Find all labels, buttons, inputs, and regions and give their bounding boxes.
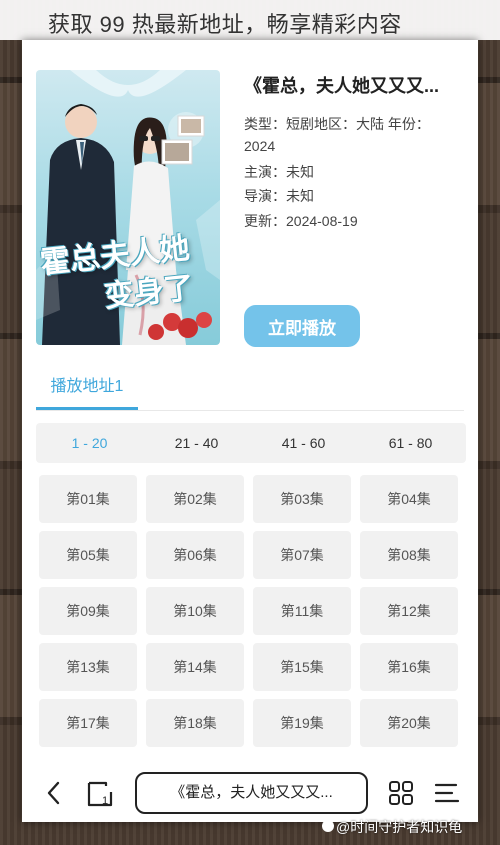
episode-button[interactable]: 第13集 [39,643,137,691]
episode-button[interactable]: 第19集 [253,699,351,747]
episode-range-bar: 1 - 20 21 - 40 41 - 60 61 - 80 [36,423,466,463]
promo-banner: 获取 99 热最新地址，畅享精彩内容 [0,0,500,40]
director-info: 导演：未知 [244,188,314,204]
episode-button[interactable]: 第17集 [39,699,137,747]
cast-info: 主演：未知 [244,164,314,180]
episode-button[interactable]: 第06集 [146,531,244,579]
address-bar[interactable]: 《霍总，夫人她又又又... [135,772,368,814]
episode-button[interactable]: 第15集 [253,643,351,691]
episode-button[interactable]: 第03集 [253,475,351,523]
updated-date: 更新：2024-08-19 [244,213,358,229]
banner-text: 获取 99 热最新地址，畅享精彩内容 [48,12,402,37]
watermark-text: @时间守护者知识龟 [336,819,463,835]
episode-button[interactable]: 第04集 [360,475,458,523]
range-tab-41-60[interactable]: 41 - 60 [250,423,357,463]
episode-button[interactable]: 第18集 [146,699,244,747]
episode-button[interactable]: 第02集 [146,475,244,523]
play-now-button[interactable]: 立即播放 [244,305,360,347]
poster-image[interactable]: 霍总夫人她 变身了 [36,70,220,345]
browser-bottom-bar: 1 《霍总，夫人她又又又... [22,766,478,822]
apps-grid-icon[interactable] [388,780,414,811]
range-tab-21-40[interactable]: 21 - 40 [143,423,250,463]
range-tab-1-20[interactable]: 1 - 20 [36,423,143,463]
episode-button[interactable]: 第05集 [39,531,137,579]
episode-button[interactable]: 第20集 [360,699,458,747]
episode-button[interactable]: 第11集 [253,587,351,635]
episode-button[interactable]: 第01集 [39,475,137,523]
episode-button[interactable]: 第12集 [360,587,458,635]
svg-text:1: 1 [102,795,108,807]
range-tab-61-80[interactable]: 61 - 80 [357,423,464,463]
tabs-icon[interactable]: 1 [86,780,114,813]
episode-button[interactable]: 第08集 [360,531,458,579]
phone-screen: 霍总夫人她 变身了 《霍总，夫人她又又又... 类型：短剧地区：大陆 年份： 2… [22,40,478,822]
type-region-year: 类型：短剧地区：大陆 年份： [244,116,430,132]
episode-button[interactable]: 第07集 [253,531,351,579]
episode-button[interactable]: 第14集 [146,643,244,691]
menu-icon[interactable] [434,782,460,809]
episode-button[interactable]: 第16集 [360,643,458,691]
back-arrow-icon[interactable] [42,780,66,811]
year-value: 2024 [244,138,276,154]
episode-button[interactable]: 第10集 [146,587,244,635]
tab-divider [36,410,464,411]
watermark-logo-icon [322,820,334,832]
tab-source-1[interactable]: 播放地址1 [36,372,138,396]
episode-button[interactable]: 第09集 [39,587,137,635]
show-title: 《霍总，夫人她又又又... [244,76,440,96]
